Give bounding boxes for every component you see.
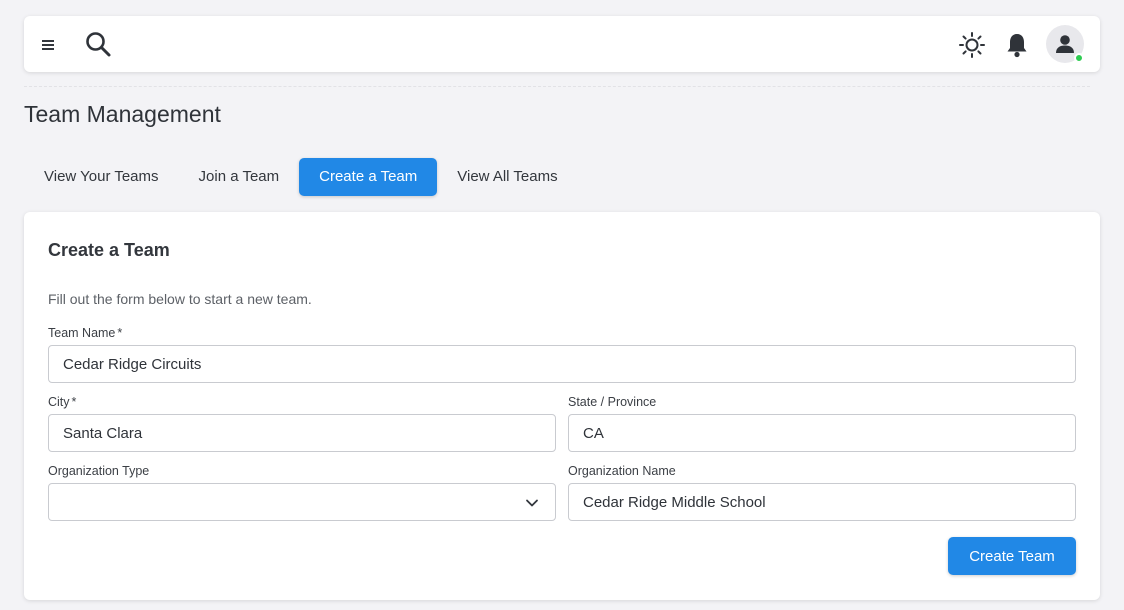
header-divider [24, 86, 1090, 87]
team-tabs: View Your Teams Join a Team Create a Tea… [24, 158, 578, 196]
city-input[interactable] [48, 414, 556, 452]
organization-name-input[interactable] [568, 483, 1076, 521]
organization-name-label: Organization Name [568, 464, 676, 478]
team-name-label: Team Name * [48, 326, 122, 340]
organization-type-label: Organization Type [48, 464, 150, 478]
top-app-bar [24, 16, 1100, 72]
search-icon[interactable] [84, 30, 112, 58]
city-label: City * [48, 395, 76, 409]
bell-icon[interactable] [1004, 31, 1030, 59]
organization-type-select[interactable] [48, 483, 556, 521]
online-status-dot [1074, 53, 1084, 63]
tab-join-a-team[interactable]: Join a Team [179, 158, 300, 196]
form-description: Fill out the form below to start a new t… [48, 291, 312, 307]
city-label-text: City [48, 395, 70, 409]
create-team-card: Create a Team Fill out the form below to… [24, 212, 1100, 600]
user-avatar-icon [1056, 35, 1074, 53]
chevron-down-icon [525, 496, 539, 515]
user-avatar[interactable] [1046, 25, 1084, 63]
state-province-label: State / Province [568, 395, 657, 409]
page-title: Team Management [24, 101, 221, 127]
team-name-label-text: Team Name [48, 326, 116, 340]
state-province-input[interactable] [568, 414, 1076, 452]
tab-create-a-team[interactable]: Create a Team [299, 158, 438, 196]
sun-icon[interactable] [958, 31, 986, 59]
team-name-input[interactable] [48, 345, 1076, 383]
required-marker: * [71, 395, 77, 409]
tab-view-your-teams[interactable]: View Your Teams [24, 158, 179, 196]
card-title: Create a Team [48, 240, 170, 260]
create-team-button[interactable]: Create Team [948, 537, 1076, 575]
tab-view-all-teams[interactable]: View All Teams [437, 158, 577, 196]
required-marker: * [117, 326, 123, 340]
hamburger-menu-icon[interactable] [40, 34, 58, 54]
